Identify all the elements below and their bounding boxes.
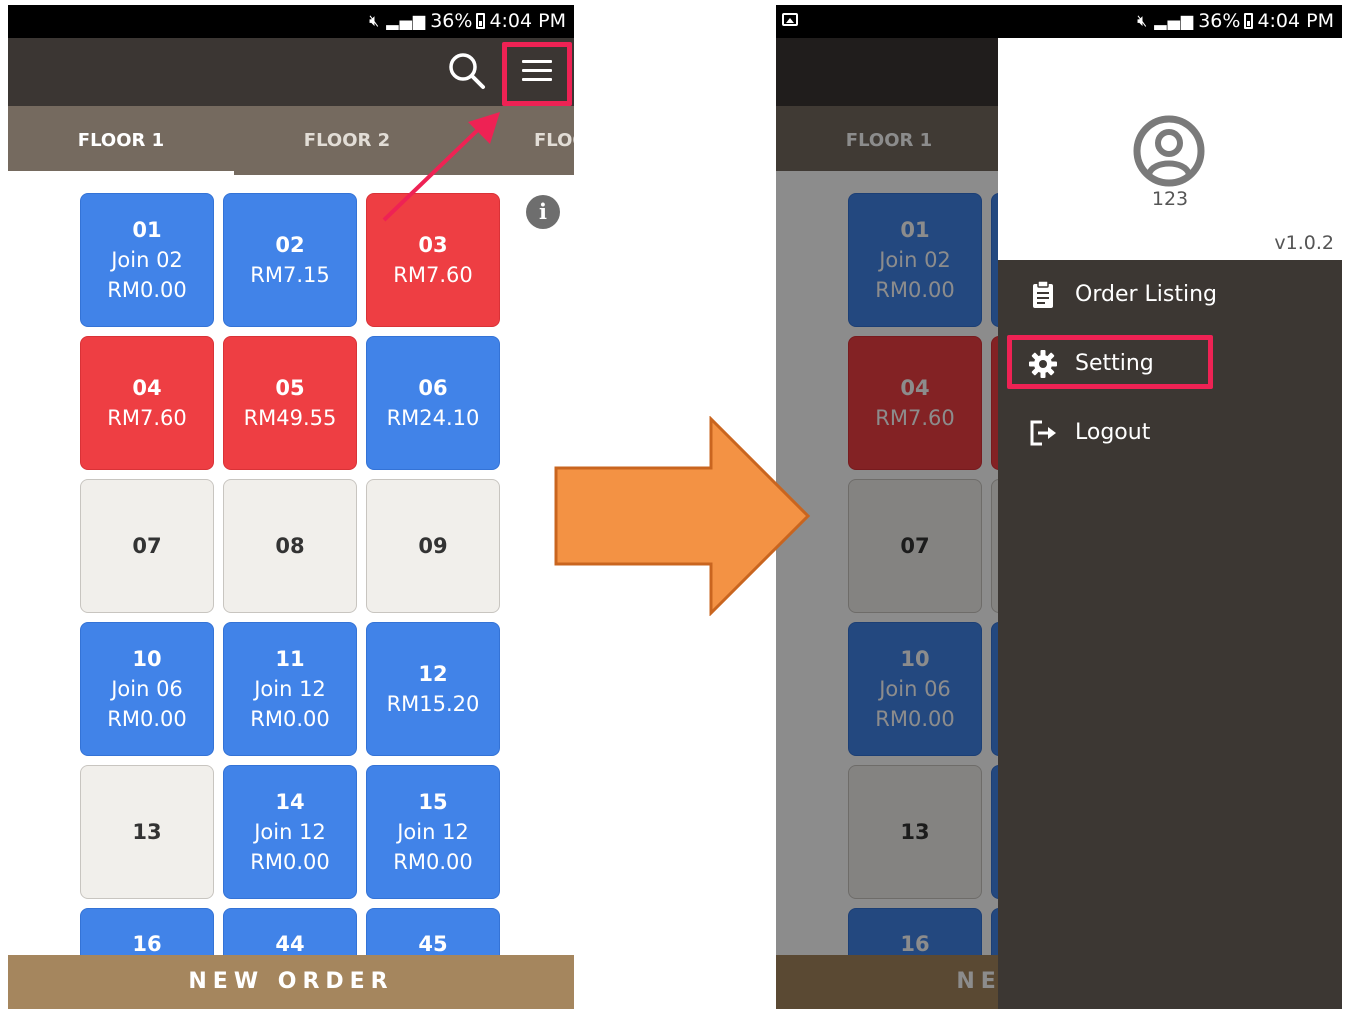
status-time: 4:04 PM	[489, 10, 566, 32]
table-tile[interactable]: 08	[223, 479, 357, 613]
table-tile[interactable]: 45	[366, 908, 500, 955]
setting-highlight-box	[1007, 335, 1213, 389]
table-tile[interactable]: 04 RM7.60	[80, 336, 214, 470]
table-number: 08	[275, 534, 305, 558]
table-detail: RM15.20	[386, 692, 480, 716]
table-number: 16	[132, 932, 162, 955]
table-number: 14	[275, 790, 305, 814]
clipboard-icon	[1033, 280, 1053, 308]
table-tile[interactable]: 14 Join 12 RM0.00	[223, 765, 357, 899]
battery-percent: 36%	[430, 10, 473, 32]
table-detail: RM7.15	[250, 263, 330, 287]
table-number: 13	[132, 820, 162, 844]
table-detail: RM0.00	[107, 278, 187, 302]
table-detail: Join 12	[397, 820, 469, 844]
table-detail: RM0.00	[107, 707, 187, 731]
table-tile[interactable]: 02 RM7.15	[223, 193, 357, 327]
table-tile[interactable]: 16	[80, 908, 214, 955]
table-number: 06	[418, 376, 448, 400]
table-tile[interactable]: 10 Join 06 RM0.00	[80, 622, 214, 756]
table-detail: Join 02	[111, 248, 183, 272]
status-bar: 🔇︎ ▂▄▆ 36% 4:04 PM	[8, 5, 574, 38]
menu-highlight-box	[502, 42, 572, 106]
search-icon	[449, 53, 485, 89]
phone-screen-after: 🔇︎ ▂▄▆ 36% 4:04 PM FLOOR 1 01 Join 02 RM0.…	[776, 5, 1342, 1009]
info-icon[interactable]: i	[526, 195, 560, 229]
phone-screen-before: 🔇︎ ▂▄▆ 36% 4:04 PM FLOOR 1 FLOOR 2 FLOOR…	[8, 5, 574, 1009]
table-number: 12	[418, 662, 448, 686]
table-number: 15	[418, 790, 448, 814]
table-detail: RM7.60	[393, 263, 473, 287]
table-number: 04	[132, 376, 162, 400]
table-detail: RM24.10	[386, 406, 480, 430]
table-number: 45	[418, 932, 448, 955]
table-number: 05	[275, 376, 305, 400]
transition-arrow	[554, 416, 811, 616]
table-number: 03	[418, 233, 448, 257]
table-detail: RM0.00	[250, 707, 330, 731]
pointer-arrow	[382, 112, 500, 222]
navigation-drawer: 123 v1.0.2 Order Listing Setting Logout	[998, 38, 1342, 1009]
signal-status-icons: 🔇︎ ▂▄▆	[1137, 11, 1195, 30]
status-time: 4:04 PM	[1257, 10, 1334, 32]
gallery-notification-icon	[782, 13, 798, 26]
table-number: 01	[132, 218, 162, 242]
table-tile[interactable]: 11 Join 12 RM0.00	[223, 622, 357, 756]
table-detail: Join 12	[254, 677, 326, 701]
table-number: 02	[275, 233, 305, 257]
menu-item-logout[interactable]: Logout	[998, 401, 1342, 463]
table-tile[interactable]: 09	[366, 479, 500, 613]
table-tile[interactable]: 13	[80, 765, 214, 899]
table-tile[interactable]: 06 RM24.10	[366, 336, 500, 470]
menu-item-label: Logout	[1075, 420, 1151, 445]
new-order-button[interactable]: NEW ORDER	[8, 955, 574, 1009]
avatar-icon	[1133, 115, 1205, 187]
battery-icon	[476, 13, 486, 29]
table-tile[interactable]: 44	[223, 908, 357, 955]
search-button[interactable]	[444, 48, 490, 94]
table-tile[interactable]: 15 Join 12 RM0.00	[366, 765, 500, 899]
table-number: 11	[275, 647, 305, 671]
menu-item-order-listing[interactable]: Order Listing	[998, 263, 1342, 325]
app-toolbar	[8, 38, 574, 106]
table-detail: Join 06	[111, 677, 183, 701]
battery-percent: 36%	[1198, 10, 1241, 32]
status-bar: 🔇︎ ▂▄▆ 36% 4:04 PM	[776, 5, 1342, 38]
drawer-header: 123 v1.0.2	[998, 38, 1342, 260]
table-number: 44	[275, 932, 305, 955]
logout-icon	[1030, 420, 1056, 446]
table-detail: Join 12	[254, 820, 326, 844]
drawer-username: 123	[1151, 188, 1189, 210]
table-tile[interactable]: 05 RM49.55	[223, 336, 357, 470]
table-tile[interactable]: 01 Join 02 RM0.00	[80, 193, 214, 327]
table-number: 07	[132, 534, 162, 558]
table-number: 09	[418, 534, 448, 558]
table-tile[interactable]: 07	[80, 479, 214, 613]
table-detail: RM0.00	[393, 850, 473, 874]
table-detail: RM0.00	[250, 850, 330, 874]
table-number: 10	[132, 647, 162, 671]
app-version: v1.0.2	[1274, 232, 1334, 254]
table-tile[interactable]: 12 RM15.20	[366, 622, 500, 756]
battery-icon	[1244, 13, 1254, 29]
signal-status-icons: 🔇︎ ▂▄▆	[369, 11, 427, 30]
menu-item-label: Order Listing	[1075, 282, 1217, 307]
table-detail: RM7.60	[107, 406, 187, 430]
table-detail: RM49.55	[243, 406, 337, 430]
table-grid: 01Join 02RM0.0002RM7.1503RM7.6004RM7.600…	[8, 175, 574, 955]
tab-floor-1[interactable]: FLOOR 1	[8, 106, 234, 175]
